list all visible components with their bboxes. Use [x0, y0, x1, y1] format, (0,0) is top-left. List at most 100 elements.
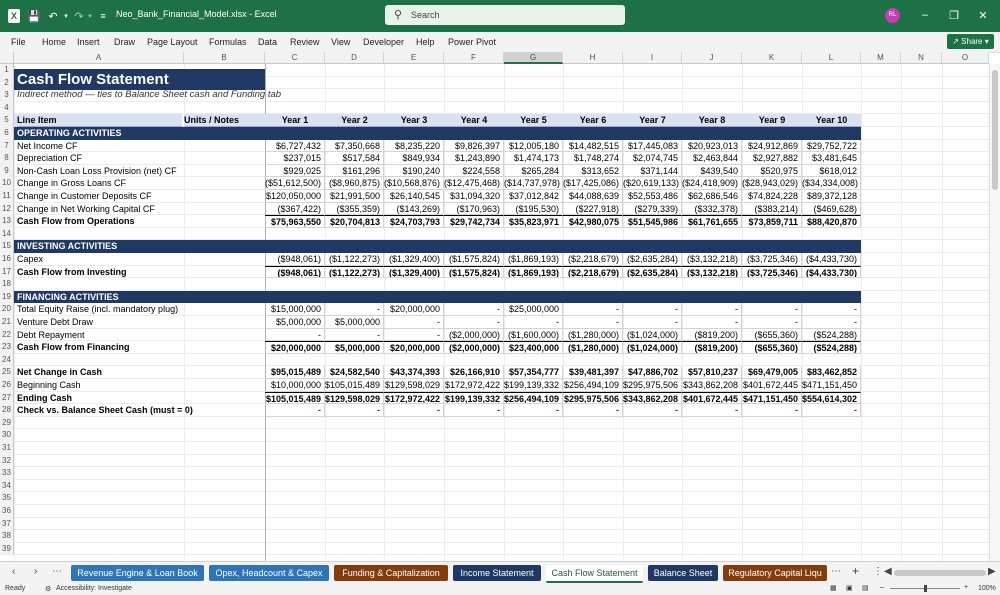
- sheet-tab-balance-sheet[interactable]: Balance Sheet: [648, 565, 718, 581]
- cell-value[interactable]: -: [563, 404, 623, 417]
- cell-value[interactable]: $3,481,645: [802, 152, 861, 165]
- cell-value[interactable]: $15,000,000: [265, 303, 325, 316]
- select-all-corner[interactable]: [0, 52, 14, 64]
- line-item-label[interactable]: Depreciation CF: [17, 152, 262, 165]
- cell-value[interactable]: $61,761,655: [682, 215, 742, 228]
- line-item-label[interactable]: Venture Debt Draw: [17, 316, 262, 329]
- cell-value[interactable]: ($2,635,284): [623, 253, 682, 266]
- user-avatar[interactable]: RL: [885, 8, 900, 23]
- row-header[interactable]: 27: [0, 391, 14, 405]
- row-header[interactable]: 29: [0, 416, 14, 430]
- cell-value[interactable]: -: [682, 303, 742, 316]
- row-header[interactable]: 33: [0, 467, 14, 480]
- cell-value[interactable]: ($20,619,133): [623, 177, 682, 190]
- cell-value[interactable]: ($1,575,824): [444, 253, 504, 266]
- row-header[interactable]: 1: [0, 64, 14, 77]
- row-header[interactable]: 25: [0, 366, 14, 379]
- add-sheet-icon[interactable]: +: [852, 564, 859, 578]
- line-item-label[interactable]: Change in Customer Deposits CF: [17, 190, 262, 203]
- column-header-k[interactable]: K: [742, 52, 802, 64]
- section-financing[interactable]: FINANCING ACTIVITIES: [14, 290, 265, 304]
- row-header[interactable]: 39: [0, 542, 14, 556]
- cell-value[interactable]: $47,886,702: [623, 366, 682, 379]
- cell-value[interactable]: -: [742, 404, 802, 417]
- cell-value[interactable]: $343,862,208: [682, 379, 742, 392]
- column-header-o[interactable]: O: [942, 52, 989, 64]
- line-item-label[interactable]: Ending Cash: [17, 392, 262, 405]
- cell-value[interactable]: ($332,378): [682, 202, 742, 216]
- cell-value[interactable]: $10,000,000: [265, 379, 325, 392]
- row-header[interactable]: 23: [0, 341, 14, 354]
- cell-value[interactable]: ($10,568,876): [384, 177, 444, 190]
- row-header[interactable]: 37: [0, 517, 14, 531]
- cell-value[interactable]: $1,474,173: [504, 152, 563, 165]
- cell-value[interactable]: $37,012,842: [504, 190, 563, 203]
- cell-value[interactable]: $105,015,489: [265, 391, 325, 405]
- zoom-slider-thumb[interactable]: [924, 585, 927, 592]
- row-header[interactable]: 11: [0, 190, 14, 203]
- cell-value[interactable]: ($24,418,909): [682, 177, 742, 190]
- cell-value[interactable]: $371,144: [623, 164, 682, 178]
- cell-value[interactable]: $57,354,777: [504, 366, 563, 379]
- cell-value[interactable]: $52,553,486: [623, 190, 682, 203]
- cell-value[interactable]: $1,243,890: [444, 152, 504, 165]
- header-year-1[interactable]: Year 1: [265, 114, 325, 127]
- cell-value[interactable]: ($170,963): [444, 202, 504, 216]
- cell-value[interactable]: $517,584: [325, 152, 384, 165]
- cell-value[interactable]: $256,494,109: [563, 379, 623, 392]
- search-box[interactable]: ⚲ Search: [385, 5, 625, 25]
- cell-value[interactable]: -: [444, 303, 504, 316]
- column-header-a[interactable]: A: [14, 52, 184, 64]
- zoom-level[interactable]: 100%: [978, 585, 996, 592]
- cell-value[interactable]: $69,479,005: [742, 366, 802, 379]
- header-year-7[interactable]: Year 7: [623, 114, 682, 127]
- menu-home[interactable]: Home: [42, 37, 66, 47]
- header-year-8[interactable]: Year 8: [682, 114, 742, 127]
- cell-value[interactable]: ($355,359): [325, 202, 384, 216]
- cell-value[interactable]: ($143,269): [384, 202, 444, 216]
- cell-value[interactable]: $105,015,489: [325, 379, 384, 392]
- row-header[interactable]: 34: [0, 479, 14, 493]
- cell-value[interactable]: ($1,329,400): [384, 265, 444, 279]
- row-header[interactable]: 6: [0, 127, 14, 140]
- cell-value[interactable]: $439,540: [682, 164, 742, 178]
- cell-value[interactable]: ($28,943,029): [742, 177, 802, 190]
- row-header[interactable]: 30: [0, 429, 14, 442]
- menu-file[interactable]: File: [11, 37, 26, 47]
- line-item-label[interactable]: Total Equity Raise (incl. mandatory plug…: [17, 303, 262, 316]
- header-year-9[interactable]: Year 9: [742, 114, 802, 127]
- status-accessibility[interactable]: Accessibility: Investigate: [56, 585, 132, 592]
- row-header[interactable]: 35: [0, 492, 14, 505]
- line-item-label[interactable]: Net Change in Cash: [17, 366, 262, 379]
- cell-value[interactable]: $17,445,083: [623, 139, 682, 153]
- cell-value[interactable]: $31,094,320: [444, 190, 504, 203]
- cell-value[interactable]: ($3,132,218): [682, 265, 742, 279]
- cell-value[interactable]: ($14,737,978): [504, 177, 563, 190]
- cell-value[interactable]: -: [802, 404, 861, 417]
- cell-value[interactable]: -: [623, 303, 682, 316]
- cell-value[interactable]: ($51,612,500): [265, 177, 325, 190]
- cell-value[interactable]: ($2,218,679): [563, 265, 623, 279]
- cell-value[interactable]: $7,350,668: [325, 139, 384, 153]
- page-break-view-icon[interactable]: ▤: [862, 584, 869, 592]
- cell-value[interactable]: -: [444, 316, 504, 329]
- cell-value[interactable]: $74,824,228: [742, 190, 802, 203]
- hscroll-right-icon[interactable]: ▶: [988, 566, 996, 577]
- cell-value[interactable]: ($279,339): [623, 202, 682, 216]
- cell-value[interactable]: -: [623, 316, 682, 329]
- cell-value[interactable]: $43,374,393: [384, 366, 444, 379]
- cell-value[interactable]: $20,923,013: [682, 139, 742, 153]
- cell-value[interactable]: ($3,725,346): [742, 253, 802, 266]
- cell-value[interactable]: $24,582,540: [325, 366, 384, 379]
- cell-value[interactable]: $172,972,422: [444, 379, 504, 392]
- undo-dropdown-icon[interactable]: ▾: [62, 9, 70, 23]
- cell-value[interactable]: ($819,200): [682, 341, 742, 354]
- line-item-label[interactable]: Debt Repayment: [17, 329, 262, 342]
- cell-value[interactable]: ($524,288): [802, 328, 861, 342]
- row-header[interactable]: 17: [0, 265, 14, 279]
- cell-value[interactable]: ($948,061): [265, 253, 325, 266]
- cell-value[interactable]: ($1,869,193): [504, 253, 563, 266]
- cell-value[interactable]: $73,859,711: [742, 215, 802, 228]
- cell-value[interactable]: $24,703,793: [384, 215, 444, 228]
- cell-value[interactable]: $618,012: [802, 164, 861, 178]
